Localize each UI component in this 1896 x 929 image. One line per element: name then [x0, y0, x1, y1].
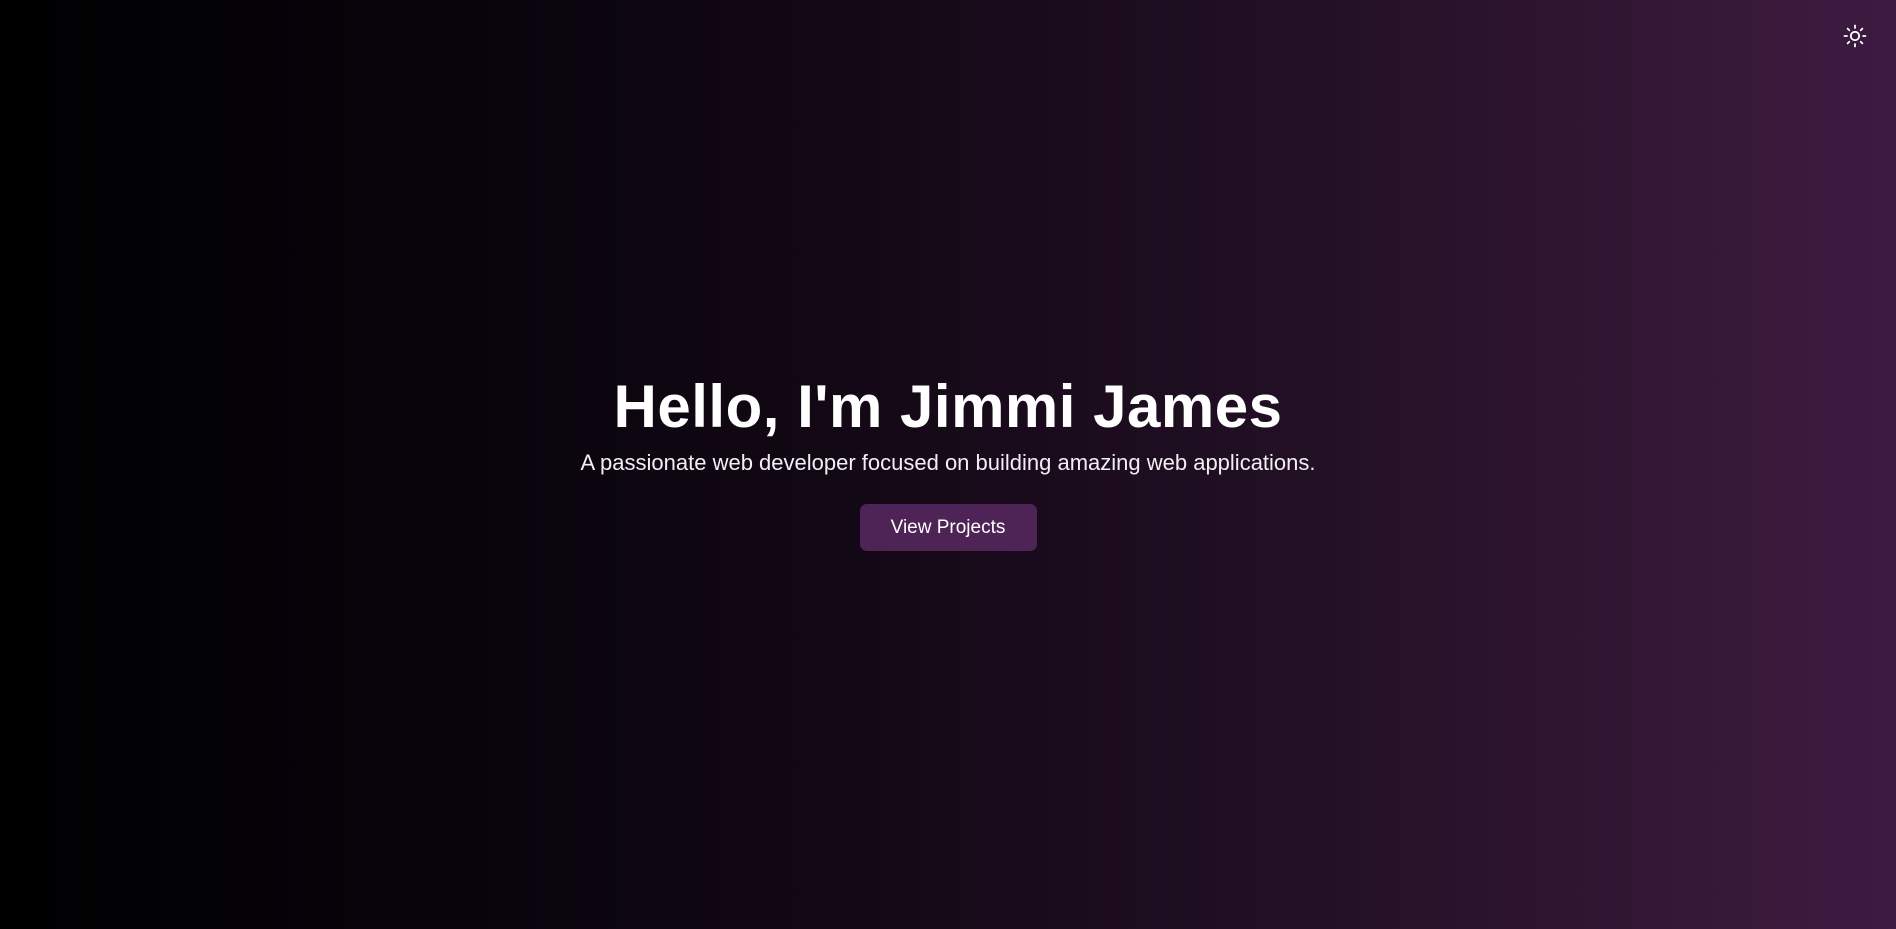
hero-subtitle: A passionate web developer focused on bu… — [580, 450, 1316, 475]
theme-toggle-button[interactable] — [1840, 22, 1870, 52]
hero-title: Hello, I'm Jimmi James — [613, 373, 1283, 440]
hero-section: Hello, I'm Jimmi James A passionate web … — [0, 370, 1896, 551]
view-projects-button[interactable]: View Projects — [859, 504, 1037, 551]
sun-icon — [1843, 24, 1867, 51]
